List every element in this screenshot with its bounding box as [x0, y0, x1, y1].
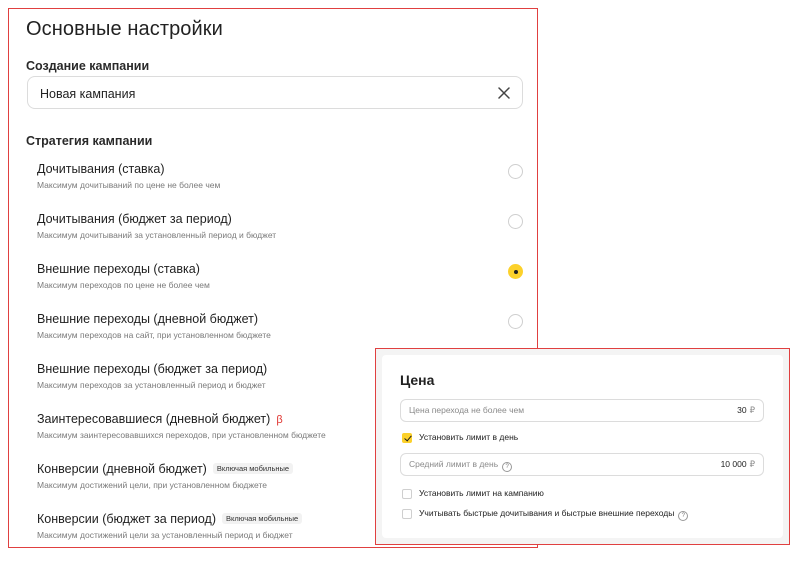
avg-limit-value-wrap: 10 000 ₽: [721, 459, 755, 470]
strategy-title-wrap: Конверсии (бюджет за период) Включая моби…: [37, 512, 303, 526]
price-panel: Цена Цена перехода не более чем 30 ₽ Уста…: [375, 348, 790, 545]
mobile-badge: Включая мобильные: [212, 463, 294, 474]
campaign-name-input[interactable]: [38, 77, 482, 110]
strategy-desc: Максимум дочитываний по цене не более че…: [37, 180, 221, 190]
beta-badge: β: [276, 414, 283, 426]
price-card: Цена Цена перехода не более чем 30 ₽ Уста…: [382, 355, 783, 538]
strategy-title: Внешние переходы (бюджет за период): [37, 362, 268, 376]
strategy-title: Дочитывания (бюджет за период): [37, 212, 232, 226]
fast-reads-label: Учитывать быстрые дочитывания и быстрые …: [419, 508, 675, 518]
strategy-title: Заинтересовавшиеся (дневной бюджет): [37, 412, 271, 426]
daily-limit-label: Установить лимит в день: [419, 432, 519, 442]
help-icon[interactable]: ?: [678, 511, 689, 521]
avg-limit-placeholder: Средний лимит в день: [409, 459, 499, 469]
avg-daily-limit-input[interactable]: Средний лимит в день? 10 000 ₽: [400, 453, 764, 476]
currency-sign: ₽: [749, 405, 755, 415]
cpc-input[interactable]: Цена перехода не более чем 30 ₽: [400, 399, 764, 422]
avg-limit-placeholder-wrap: Средний лимит в день?: [409, 459, 513, 472]
currency-sign: ₽: [749, 459, 755, 469]
avg-limit-value: 10 000: [720, 459, 747, 469]
page-title: Основные настройки: [26, 18, 223, 40]
campaign-name-field[interactable]: [27, 76, 523, 110]
strategy-title: Внешние переходы (ставка): [37, 262, 200, 276]
strategy-title: Дочитывания (ставка): [37, 162, 165, 176]
cpc-value: 30: [737, 405, 747, 415]
strategy-radio[interactable]: [508, 214, 523, 229]
strategy-label: Стратегия кампании: [26, 134, 153, 148]
price-title: Цена: [400, 372, 435, 388]
close-icon[interactable]: [496, 85, 512, 101]
fast-reads-label-wrap: Учитывать быстрые дочитывания и быстрые …: [419, 508, 689, 521]
strategy-title-wrap: Конверсии (дневной бюджет) Включая мобиль…: [37, 462, 294, 476]
strategy-radio-selected[interactable]: [508, 264, 523, 279]
strategy-radio[interactable]: [508, 314, 523, 329]
campaign-limit-label: Установить лимит на кампанию: [419, 488, 544, 498]
strategy-title: Конверсии (дневной бюджет): [37, 462, 207, 476]
cpc-placeholder: Цена перехода не более чем: [409, 405, 525, 415]
strategy-title: Внешние переходы (дневной бюджет): [37, 312, 259, 326]
strategy-desc: Максимум дочитываний за установленный пе…: [37, 230, 277, 240]
strategy-option-1[interactable]: Дочитывания (бюджет за период) Максимум …: [37, 212, 523, 252]
strategy-title: Конверсии (бюджет за период): [37, 512, 216, 526]
daily-limit-checkbox[interactable]: [402, 433, 412, 443]
cpc-value-wrap: 30 ₽: [737, 405, 755, 416]
creation-label: Создание кампании: [26, 59, 150, 73]
fast-reads-checkbox[interactable]: [402, 509, 412, 519]
strategy-desc: Максимум переходов за установленный пери…: [37, 380, 266, 390]
strategy-option-3[interactable]: Внешние переходы (дневной бюджет) Максим…: [37, 312, 523, 352]
strategy-option-0[interactable]: Дочитывания (ставка) Максимум дочитывани…: [37, 162, 523, 202]
help-icon[interactable]: ?: [502, 462, 513, 472]
strategy-desc: Максимум переходов по цене не более чем: [37, 280, 210, 290]
strategy-desc: Максимум достижений цели, при установлен…: [37, 480, 267, 490]
strategy-desc: Максимум достижений цели за установленны…: [37, 530, 293, 540]
mobile-badge: Включая мобильные: [222, 513, 303, 524]
campaign-limit-checkbox[interactable]: [402, 489, 412, 499]
strategy-title-wrap: Заинтересовавшиеся (дневной бюджет) β: [37, 412, 283, 426]
strategy-desc: Максимум заинтересовавшихся переходов, п…: [37, 430, 326, 440]
strategy-desc: Максимум переходов на сайт, при установл…: [37, 330, 271, 340]
strategy-radio[interactable]: [508, 164, 523, 179]
strategy-option-2[interactable]: Внешние переходы (ставка) Максимум перех…: [37, 262, 523, 302]
